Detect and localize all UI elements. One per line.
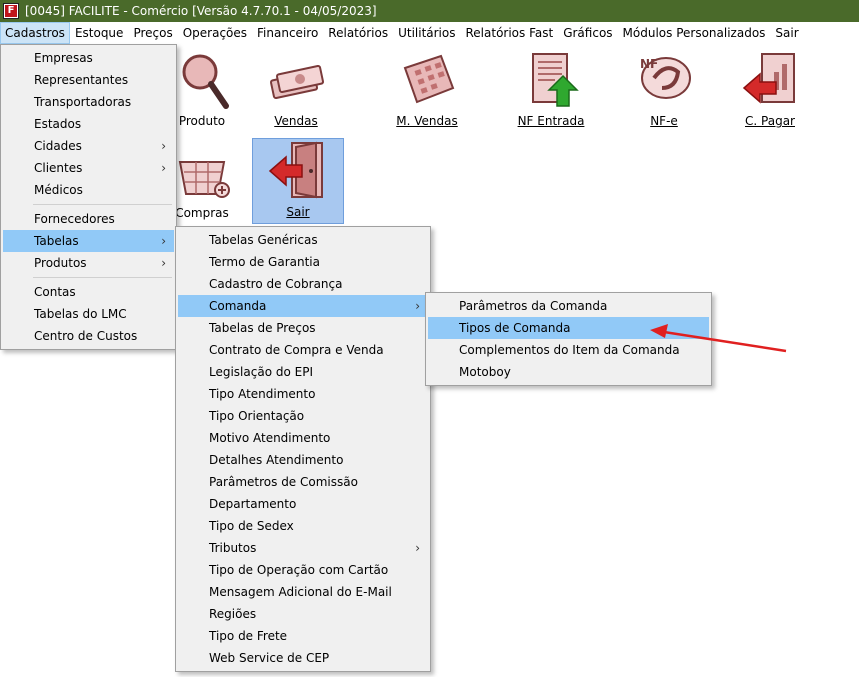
- menu-precos[interactable]: Preços: [128, 22, 177, 44]
- submenu-arrow-icon: ›: [161, 256, 166, 270]
- menu-item-fornecedores[interactable]: Fornecedores: [3, 208, 174, 230]
- app-logo-icon[interactable]: F: [3, 3, 19, 19]
- menu-item-transportadoras[interactable]: Transportadoras: [3, 91, 174, 113]
- menu-item-centro-custos[interactable]: Centro de Custos: [3, 325, 174, 347]
- submenu-arrow-icon: ›: [415, 541, 420, 555]
- menu-operacoes[interactable]: Operações: [178, 22, 252, 44]
- menu-item-tabelas[interactable]: Tabelas ›: [3, 230, 174, 252]
- menu-item-label: Comanda: [209, 299, 267, 313]
- menu-item-label: Cidades: [34, 139, 82, 153]
- menu-item-label: Produtos: [34, 256, 87, 270]
- menu-item-produtos[interactable]: Produtos ›: [3, 252, 174, 274]
- menu-estoque[interactable]: Estoque: [70, 22, 129, 44]
- menu-relatorios[interactable]: Relatórios: [323, 22, 393, 44]
- menu-item-label: Clientes: [34, 161, 83, 175]
- sair-button[interactable]: Sair: [252, 138, 344, 224]
- menu-item-empresas[interactable]: Empresas: [3, 47, 174, 69]
- menu-item-tabelas-lmc[interactable]: Tabelas do LMC: [3, 303, 174, 325]
- comanda-submenu: Parâmetros da Comanda Tipos de Comanda C…: [425, 292, 712, 386]
- tabelas-submenu: Tabelas Genéricas Termo de Garantia Cada…: [175, 226, 431, 672]
- menu-separator: [33, 277, 172, 278]
- magnifier-icon: [182, 54, 229, 109]
- menu-item-mensagem-adicional-email[interactable]: Mensagem Adicional do E-Mail: [178, 581, 428, 603]
- menu-item-tipo-frete[interactable]: Tipo de Frete: [178, 625, 428, 647]
- menu-separator: [33, 204, 172, 205]
- nfe-logo-icon: NF: [640, 57, 691, 99]
- menu-item-comanda[interactable]: Comanda ›: [178, 295, 428, 317]
- menu-item-tipo-operacao-cartao[interactable]: Tipo de Operação com Cartão: [178, 559, 428, 581]
- m-vendas-button[interactable]: M. Vendas: [381, 48, 473, 134]
- vendas-button[interactable]: Vendas: [250, 48, 342, 134]
- calculator-icon: [403, 54, 455, 104]
- menu-item-cidades[interactable]: Cidades ›: [3, 135, 174, 157]
- menu-item-tipo-sedex[interactable]: Tipo de Sedex: [178, 515, 428, 537]
- menu-item-tabelas-genericas[interactable]: Tabelas Genéricas: [178, 229, 428, 251]
- menu-item-parametros-comissao[interactable]: Parâmetros de Comissão: [178, 471, 428, 493]
- submenu-arrow-icon: ›: [161, 161, 166, 175]
- vendas-label: Vendas: [274, 114, 318, 128]
- produto-label: Produto: [178, 114, 226, 128]
- menu-relatorios-fast[interactable]: Relatórios Fast: [461, 22, 559, 44]
- menu-item-tabelas-precos[interactable]: Tabelas de Preços: [178, 317, 428, 339]
- menu-item-termo-garantia[interactable]: Termo de Garantia: [178, 251, 428, 273]
- window-title: [0045] FACILITE - Comércio [Versão 4.7.7…: [25, 4, 377, 18]
- menu-item-regioes[interactable]: Regiões: [178, 603, 428, 625]
- nfe-button[interactable]: NF NF-e: [618, 48, 710, 134]
- m-vendas-label: M. Vendas: [396, 114, 458, 128]
- c-pagar-label: C. Pagar: [745, 114, 795, 128]
- menu-item-contrato-compra-venda[interactable]: Contrato de Compra e Venda: [178, 339, 428, 361]
- submenu-arrow-icon: ›: [415, 299, 420, 313]
- money-icon: [269, 64, 325, 100]
- nf-entrada-button[interactable]: NF Entrada: [505, 48, 597, 134]
- cadastros-dropdown: Empresas Representantes Transportadoras …: [0, 44, 177, 350]
- menu-item-departamento[interactable]: Departamento: [178, 493, 428, 515]
- title-bar: F [0045] FACILITE - Comércio [Versão 4.7…: [0, 0, 859, 22]
- menu-modulos-personalizados[interactable]: Módulos Personalizados: [618, 22, 771, 44]
- menu-item-tributos[interactable]: Tributos ›: [178, 537, 428, 559]
- nfe-label: NF-e: [650, 114, 678, 128]
- menu-item-motoboy[interactable]: Motoboy: [428, 361, 709, 383]
- menu-utilitarios[interactable]: Utilitários: [393, 22, 460, 44]
- menu-item-cadastro-cobranca[interactable]: Cadastro de Cobrança: [178, 273, 428, 295]
- menu-item-tipo-orientacao[interactable]: Tipo Orientação: [178, 405, 428, 427]
- menu-item-contas[interactable]: Contas: [3, 281, 174, 303]
- menu-item-tipo-atendimento[interactable]: Tipo Atendimento: [178, 383, 428, 405]
- submenu-arrow-icon: ›: [161, 139, 166, 153]
- exit-door-icon: [268, 141, 323, 199]
- menu-item-clientes[interactable]: Clientes ›: [3, 157, 174, 179]
- menu-item-medicos[interactable]: Médicos: [3, 179, 174, 201]
- menu-financeiro[interactable]: Financeiro: [252, 22, 323, 44]
- menu-item-estados[interactable]: Estados: [3, 113, 174, 135]
- menu-cadastros[interactable]: Cadastros: [0, 22, 70, 44]
- menu-item-web-service-cep[interactable]: Web Service de CEP: [178, 647, 428, 669]
- menu-item-tipos-comanda[interactable]: Tipos de Comanda: [428, 317, 709, 339]
- menu-item-parametros-comanda[interactable]: Parâmetros da Comanda: [428, 295, 709, 317]
- c-pagar-button[interactable]: C. Pagar: [724, 48, 816, 134]
- menu-graficos[interactable]: Gráficos: [558, 22, 617, 44]
- document-arrow-up-icon: [532, 53, 579, 107]
- document-arrow-left-icon: [742, 53, 795, 104]
- menu-item-label: Tabelas: [34, 234, 79, 248]
- svg-text:NF: NF: [640, 57, 658, 71]
- menu-sair[interactable]: Sair: [770, 22, 803, 44]
- shopping-basket-icon: [178, 161, 230, 198]
- menu-item-representantes[interactable]: Representantes: [3, 69, 174, 91]
- menu-item-complementos-item-comanda[interactable]: Complementos do Item da Comanda: [428, 339, 709, 361]
- menu-item-motivo-atendimento[interactable]: Motivo Atendimento: [178, 427, 428, 449]
- menu-item-legislacao-epi[interactable]: Legislação do EPI: [178, 361, 428, 383]
- menu-item-detalhes-atendimento[interactable]: Detalhes Atendimento: [178, 449, 428, 471]
- sair-label: Sair: [286, 205, 310, 219]
- menu-item-label: Tributos: [209, 541, 257, 555]
- menu-bar: Cadastros Estoque Preços Operações Finan…: [0, 22, 859, 44]
- compras-label: Compras: [175, 206, 229, 220]
- nf-entrada-label: NF Entrada: [517, 114, 585, 128]
- submenu-arrow-icon: ›: [161, 234, 166, 248]
